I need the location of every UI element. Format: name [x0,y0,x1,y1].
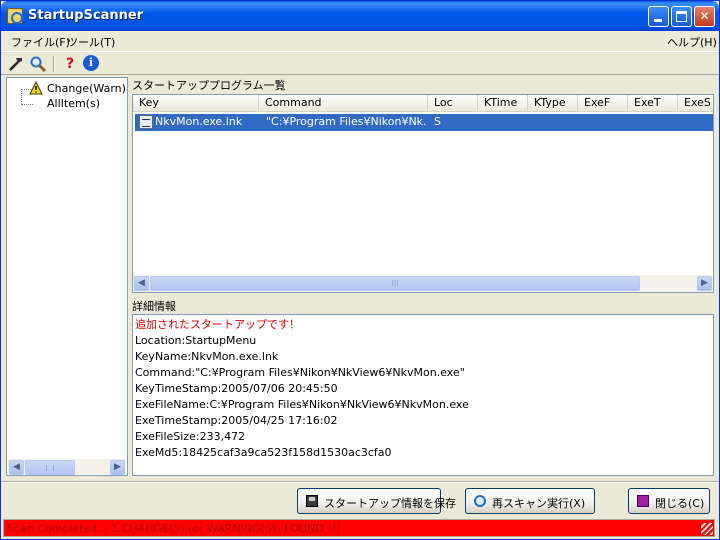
app-icon [7,8,23,24]
wrench-icon[interactable] [7,55,25,73]
startup-list-label: スタートアッププログラム一覧 [132,79,286,92]
bottom-divider [1,481,719,483]
list-horizontal-scrollbar[interactable]: ◀ III ▶ [133,275,713,292]
detail-key-timestamp: KeyTimeStamp:2005/07/06 20:45:50 [135,382,338,395]
scroll-thumb[interactable] [25,460,75,475]
menu-help[interactable]: ヘルプ(H) [667,34,717,50]
tree-connector [21,89,22,104]
scroll-thumb[interactable]: III [150,276,640,291]
window-title: StartupScanner [28,8,144,23]
maximize-button[interactable] [671,6,692,27]
column-loc[interactable]: Loc [428,95,478,112]
menu-bar: ファイル(F) ツール(T) ヘルプ(H) [1,31,719,51]
detail-location: Location:StartupMenu [135,334,257,347]
shortcut-file-icon [139,115,153,129]
rescan-button[interactable]: 再スキャン実行(X) [465,488,595,514]
search-icon[interactable] [29,55,47,73]
info-icon[interactable]: i [83,55,101,73]
scroll-left-arrow[interactable]: ◀ [134,276,149,291]
column-key[interactable]: Key [133,95,259,112]
help-icon[interactable]: ? [61,55,79,73]
row-key: NkvMon.exe.lnk [155,115,243,128]
detail-alert-text: 追加されたスタートアップです！ [135,318,300,331]
close-button-label: 閉じる(C) [655,497,705,510]
detail-panel[interactable]: 追加されたスタートアップです！ Location:StartupMenu Key… [132,314,714,476]
detail-label: 詳細情報 [132,300,176,313]
tree-item-change[interactable]: Change(Warn)It [47,82,127,95]
warning-icon [29,80,43,95]
save-button-label: スタートアップ情報を保存 [324,497,456,510]
minimize-button[interactable] [648,6,669,27]
close-window-button[interactable]: ✕ [694,6,715,27]
menu-tool[interactable]: ツール(T) [67,34,115,50]
column-ktype[interactable]: KType [528,95,578,112]
rescan-button-label: 再スキャン実行(X) [492,497,586,510]
title-bar[interactable]: StartupScanner ✕ [1,1,719,31]
scroll-left-arrow[interactable]: ◀ [9,460,24,475]
column-ktime[interactable]: KTime [478,95,528,112]
detail-command: Command:"C:¥Program Files¥Nikon¥NkView6¥… [135,366,465,379]
detail-exe-filename: ExeFileName:C:¥Program Files¥Nikon¥NkVie… [135,398,469,411]
toolbar-separator [53,56,55,72]
app-window: StartupScanner ✕ ファイル(F) ツール(T) ヘルプ(H) ?… [0,0,720,540]
column-exef[interactable]: ExeF [578,95,628,112]
magnifier-icon [474,495,486,507]
column-command[interactable]: Command [259,95,428,112]
detail-exe-timestamp: ExeTimeStamp:2005/04/25 17:16:02 [135,414,338,427]
list-header: Key Command Loc KTime KType ExeF ExeT Ex… [133,95,713,112]
exit-door-icon [637,495,649,507]
status-text: Scan Completed... 1 CHANGE(S) (or WARNIN… [7,522,341,535]
maximize-icon [676,11,687,22]
detail-keyname: KeyName:NkvMon.exe.lnk [135,350,279,363]
tree-item-all[interactable]: AllItem(s) [47,97,100,110]
menu-file[interactable]: ファイル(F) [11,34,70,50]
status-bar: Scan Completed... 1 CHANGE(S) (or WARNIN… [3,519,715,537]
category-tree[interactable]: Change(Warn)It AllItem(s) ◀ ▶ [6,77,128,476]
resize-grip-icon[interactable] [701,523,713,535]
minimize-icon [654,19,662,22]
column-exes[interactable]: ExeS [678,95,713,112]
row-command: "C:¥Program Files¥Nikon¥Nk... [266,115,426,128]
scroll-grip: III [391,279,399,288]
tree-connector [21,104,33,105]
toolbar: ? i [1,51,719,75]
save-startup-info-button[interactable]: スタートアップ情報を保存 [297,488,456,514]
detail-exe-filesize: ExeFileSize:233,472 [135,430,246,443]
column-exet[interactable]: ExeT [628,95,678,112]
floppy-disk-icon [306,495,318,507]
detail-exe-md5: ExeMd5:18425caf3a9ca523f158d1530ac3cfa0 [135,446,392,459]
list-row[interactable]: NkvMon.exe.lnk "C:¥Program Files¥Nikon¥N… [135,114,713,131]
close-button[interactable]: 閉じる(C) [628,488,710,514]
row-loc: S [434,115,441,128]
startup-list[interactable]: Key Command Loc KTime KType ExeF ExeT Ex… [132,94,714,293]
scroll-right-arrow[interactable]: ▶ [697,276,712,291]
tree-horizontal-scrollbar[interactable]: ◀ ▶ [8,459,126,475]
scroll-right-arrow[interactable]: ▶ [110,460,125,475]
